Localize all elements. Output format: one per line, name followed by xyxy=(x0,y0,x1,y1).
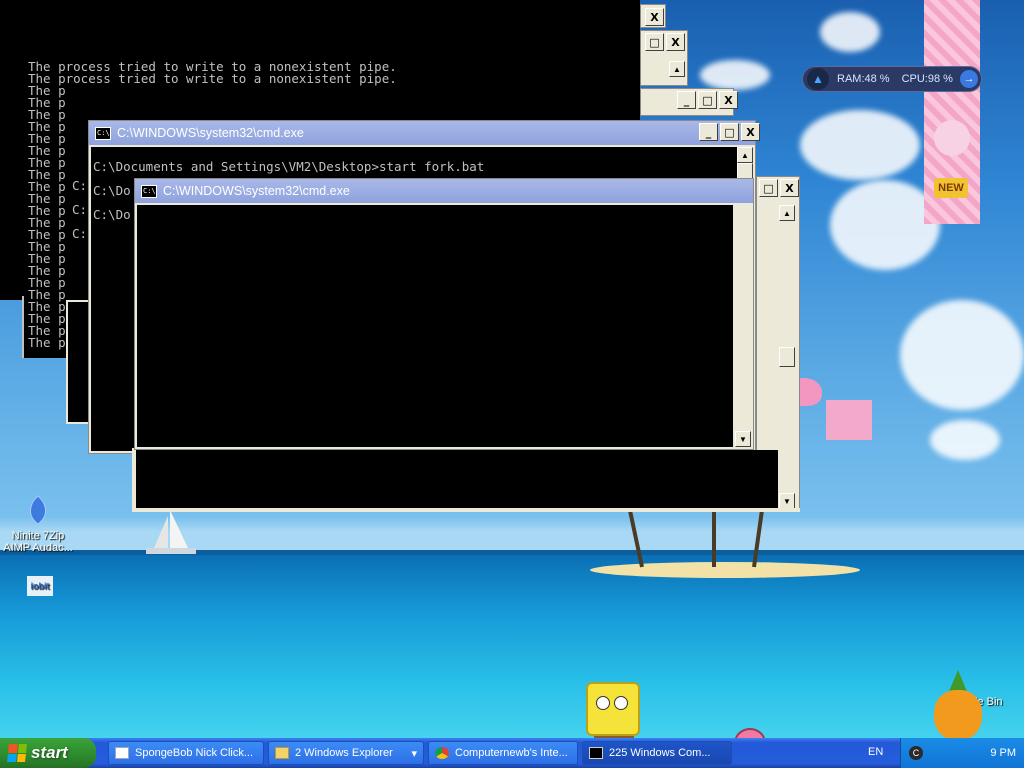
vertical-scrollbar[interactable]: ▲ ▼ xyxy=(779,205,795,509)
system-tray: C 9 PM xyxy=(900,738,1024,768)
iobit-icon: iobit xyxy=(27,576,53,596)
console-line: The p xyxy=(28,83,66,98)
close-button[interactable]: X xyxy=(741,123,760,141)
start-button[interactable]: start xyxy=(0,738,96,768)
cmd-window-1-title: C:\WINDOWS\system32\cmd.exe xyxy=(117,126,304,140)
cmd-window-2-title: C:\WINDOWS\system32\cmd.exe xyxy=(163,184,350,198)
arrow-right-icon[interactable]: → xyxy=(960,70,978,88)
scroll-down-arrow[interactable]: ▼ xyxy=(779,493,795,509)
cmd-window-2[interactable]: C:\ C:\WINDOWS\system32\cmd.exe ▼ xyxy=(134,178,754,450)
new-badge: NEW xyxy=(934,178,968,198)
desktop-icon-label: Ninite 7Zip AIMP Audac... xyxy=(3,530,73,554)
cloud xyxy=(820,12,880,52)
island xyxy=(590,562,860,578)
cmd-icon: C:\ xyxy=(141,184,157,198)
language-indicator[interactable]: EN xyxy=(868,746,883,758)
chevron-down-icon: ▾ xyxy=(411,747,417,760)
close-button[interactable]: X xyxy=(780,179,799,197)
window-ghost-frame xyxy=(132,448,136,512)
cmd-line: C:\Do xyxy=(93,207,131,222)
cloud xyxy=(800,110,920,180)
close-button[interactable]: X xyxy=(666,33,685,51)
window-ghost-frame xyxy=(132,508,800,512)
start-label: start xyxy=(31,743,68,762)
console-line: The p xyxy=(28,95,66,110)
cmd-line: C:\Documents and Settings\VM2\Desktop>st… xyxy=(93,159,485,174)
taskbar-item-label: Computernewb's Inte... xyxy=(455,747,568,759)
ninite-icon xyxy=(30,495,46,525)
desktop-icon-iobit[interactable]: iobit xyxy=(2,576,78,600)
palm-tree xyxy=(712,505,716,567)
scroll-up-arrow[interactable]: ▲ xyxy=(779,205,795,221)
window-ghost: □ X ▲ xyxy=(640,30,688,86)
taskbar-item-label: 225 Windows Com... xyxy=(609,747,711,759)
desktop-icon-ninite[interactable]: Ninite 7Zip AIMP Audac... xyxy=(0,494,76,554)
sailboat xyxy=(146,510,196,554)
maximize-button[interactable]: □ xyxy=(645,33,664,51)
pineapple-house xyxy=(930,670,986,740)
console-fragment: C: xyxy=(72,226,88,241)
windows-logo-icon xyxy=(7,744,27,762)
close-button[interactable]: X xyxy=(719,91,738,109)
console-line: The process tried to write to a nonexist… xyxy=(28,71,397,86)
maximize-button[interactable]: □ xyxy=(698,91,717,109)
cloud xyxy=(700,60,770,90)
minimize-button[interactable]: _ xyxy=(677,91,696,109)
chrome-icon xyxy=(435,747,449,759)
scroll-up-arrow[interactable]: ▲ xyxy=(737,147,753,163)
tray-icon[interactable]: C xyxy=(909,746,923,760)
taskbar-item-chrome[interactable]: Computernewb's Inte... xyxy=(428,741,578,765)
taskbar-item-windows-explorer[interactable]: 2 Windows Explorer ▾ xyxy=(268,741,424,765)
minimize-button[interactable]: _ xyxy=(699,123,718,141)
window-ghost: X xyxy=(640,4,666,28)
ram-readout: RAM:48 % xyxy=(837,73,890,85)
maximize-button[interactable]: □ xyxy=(720,123,739,141)
taskbar-item-cmd[interactable]: 225 Windows Com... xyxy=(582,741,732,765)
cartoon-strip: NEW xyxy=(924,0,980,224)
system-monitor-gadget[interactable]: ▲ RAM:48 % CPU:98 % → xyxy=(802,66,982,92)
cpu-readout: CPU:98 % xyxy=(901,73,953,85)
console-fragment: C: xyxy=(72,202,88,217)
cloud xyxy=(900,300,1024,410)
scroll-up-arrow[interactable]: ▲ xyxy=(669,61,685,77)
console-fragment: C: xyxy=(72,178,88,193)
close-button[interactable]: X xyxy=(645,8,664,26)
sea xyxy=(0,555,1024,738)
taskbar-item-spongebob[interactable]: SpongeBob Nick Click... xyxy=(108,741,264,765)
vertical-scrollbar[interactable]: ▼ xyxy=(735,205,751,447)
scroll-thumb[interactable] xyxy=(779,347,795,367)
window-ghost-console xyxy=(134,450,778,508)
cloud xyxy=(930,420,1000,460)
rocket-icon: ▲ xyxy=(807,68,829,90)
cmd-line: C:\Do xyxy=(93,183,131,198)
taskbar-item-label: 2 Windows Explorer xyxy=(295,747,393,759)
cmd-window-1-titlebar[interactable]: C:\ C:\WINDOWS\system32\cmd.exe xyxy=(89,121,755,145)
cmd-window-2-titlebar[interactable]: C:\ C:\WINDOWS\system32\cmd.exe xyxy=(135,179,753,203)
window-icon xyxy=(115,747,129,759)
window-ghost: _ □ X xyxy=(640,88,738,116)
cmd-icon xyxy=(589,747,603,759)
taskbar-item-label: SpongeBob Nick Click... xyxy=(135,747,253,759)
cmd-icon: C:\ xyxy=(95,126,111,140)
clock[interactable]: 9 PM xyxy=(990,747,1016,759)
cmd-window-2-console[interactable] xyxy=(137,205,733,447)
maximize-button[interactable]: □ xyxy=(759,179,778,197)
scroll-down-arrow[interactable]: ▼ xyxy=(735,431,751,447)
folder-icon xyxy=(275,747,289,759)
